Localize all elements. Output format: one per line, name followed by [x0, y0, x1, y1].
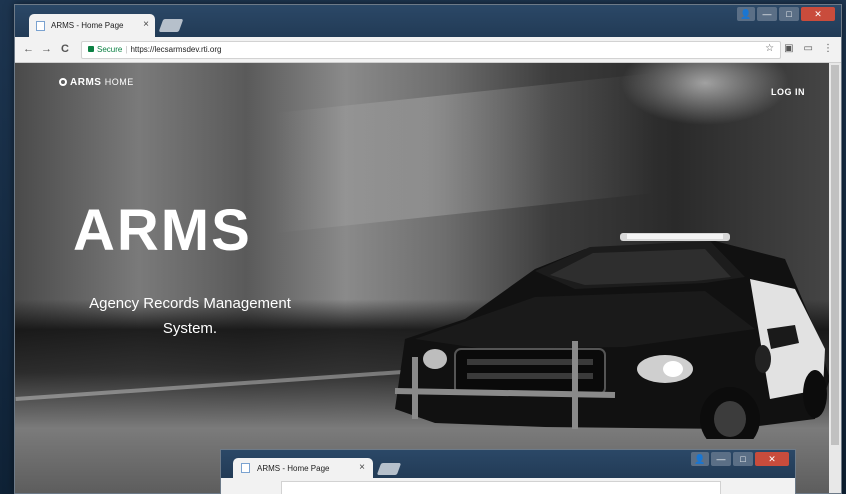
background-tab[interactable]: ARMS - Home Page ×	[233, 458, 373, 478]
close-button[interactable]: ✕	[801, 7, 835, 21]
background-tab-title: ARMS - Home Page	[257, 464, 330, 473]
police-car-image	[394, 233, 830, 439]
vertical-scrollbar[interactable]	[829, 63, 841, 493]
brand-home-label: HOME	[104, 77, 134, 87]
login-link[interactable]: LOG IN	[771, 87, 805, 97]
maximize-button[interactable]: □	[779, 7, 799, 21]
url-text: https://lecsarmsdev.rti.org	[130, 45, 222, 54]
background-address-bar[interactable]	[281, 481, 721, 494]
tab-close-icon[interactable]: ×	[143, 19, 149, 30]
background-toolbar	[221, 478, 795, 494]
background-close-button[interactable]: ✕	[755, 452, 789, 466]
reload-icon[interactable]: C	[61, 43, 69, 55]
background-browser-window[interactable]: ARMS - Home Page × 👤 — □ ✕	[220, 449, 796, 494]
tab-strip: ARMS - Home Page × 👤 — □ ✕	[15, 5, 841, 37]
hero-title: ARMS	[73, 198, 252, 263]
lock-icon	[88, 46, 94, 52]
minimize-button[interactable]: —	[757, 7, 777, 21]
hero-subtitle-line-2: System.	[162, 320, 218, 337]
secure-label: Secure	[97, 45, 123, 54]
background-tab-strip: ARMS - Home Page × 👤 — □ ✕	[221, 450, 795, 478]
window-controls: 👤 — □ ✕	[737, 7, 835, 21]
scrollbar-thumb[interactable]	[831, 65, 839, 445]
background-window-controls: 👤 — □ ✕	[691, 452, 789, 466]
hero-subtitle-line-1: Agency Records Management	[89, 295, 291, 312]
brand-home-link[interactable]: ARMS HOME	[59, 77, 134, 88]
background-minimize-button[interactable]: —	[711, 452, 731, 466]
background-new-tab-button[interactable]	[376, 463, 402, 475]
forward-arrow-icon[interactable]: →	[41, 43, 52, 55]
page-viewport: ARMS HOME LOG IN ARMS Agency Records Man…	[15, 63, 841, 493]
menu-icon[interactable]: ⋮	[823, 43, 833, 54]
favicon-icon	[36, 21, 45, 31]
extension-icon[interactable]: ▣	[784, 43, 793, 54]
background-tab-close-icon[interactable]: ×	[359, 462, 365, 473]
tab-title: ARMS - Home Page	[51, 21, 124, 30]
browser-window: ARMS - Home Page × 👤 — □ ✕ ← → C Secure |…	[14, 4, 842, 494]
new-tab-button[interactable]	[158, 19, 184, 32]
cast-icon[interactable]: ▭	[804, 43, 813, 54]
browser-toolbar: ← → C Secure | https://lecsarmsdev.rti.org…	[15, 37, 841, 63]
background-favicon-icon	[241, 463, 250, 473]
tab-arms-home[interactable]: ARMS - Home Page ×	[29, 14, 155, 37]
brand-logo-icon	[59, 78, 67, 86]
address-bar[interactable]: Secure | https://lecsarmsdev.rti.org	[81, 41, 781, 59]
brand-name: ARMS	[70, 77, 102, 88]
back-arrow-icon[interactable]: ←	[23, 43, 34, 55]
star-icon[interactable]: ☆	[765, 43, 774, 54]
background-user-icon[interactable]: 👤	[691, 452, 709, 466]
hero-subtitle: Agency Records Management System.	[45, 291, 335, 341]
background-maximize-button[interactable]: □	[733, 452, 753, 466]
user-icon[interactable]: 👤	[737, 7, 755, 21]
